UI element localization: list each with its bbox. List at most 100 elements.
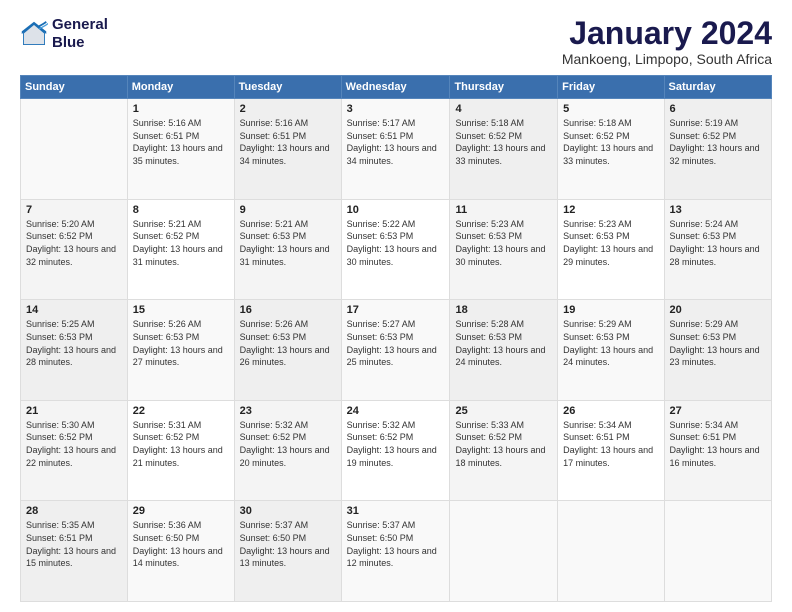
day-number: 21	[26, 405, 122, 417]
day-number: 2	[240, 103, 336, 115]
day-info: Sunrise: 5:32 AMSunset: 6:52 PMDaylight:…	[347, 419, 445, 469]
calendar-cell: 28 Sunrise: 5:35 AMSunset: 6:51 PMDayligh…	[21, 501, 128, 602]
calendar-cell: 14 Sunrise: 5:25 AMSunset: 6:53 PMDayligh…	[21, 300, 128, 401]
day-number: 17	[347, 304, 445, 316]
day-number: 3	[347, 103, 445, 115]
day-number: 31	[347, 505, 445, 517]
calendar-week-row: 1 Sunrise: 5:16 AMSunset: 6:51 PMDaylight…	[21, 99, 772, 200]
calendar-cell: 29 Sunrise: 5:36 AMSunset: 6:50 PMDayligh…	[127, 501, 234, 602]
calendar-cell: 1Sunrise: 5:16 AMSunset: 6:51 PMDaylight…	[127, 99, 234, 200]
calendar-cell: 25Sunrise: 5:33 AMSunset: 6:52 PMDayligh…	[450, 400, 558, 501]
calendar-cell: 31 Sunrise: 5:37 AMSunset: 6:50 PMDayligh…	[341, 501, 450, 602]
calendar-cell	[558, 501, 664, 602]
calendar-cell: 9Sunrise: 5:21 AMSunset: 6:53 PMDaylight…	[234, 199, 341, 300]
day-number: 8	[133, 204, 229, 216]
day-header-sunday: Sunday	[21, 76, 128, 99]
calendar-cell: 27 Sunrise: 5:34 AMSunset: 6:51 PMDayligh…	[664, 400, 771, 501]
day-info: Sunrise: 5:24 AMSunset: 6:53 PMDaylight:…	[670, 218, 766, 268]
day-number: 4	[455, 103, 552, 115]
day-header-friday: Friday	[558, 76, 664, 99]
logo-line1: General	[52, 16, 108, 34]
day-number: 20	[670, 304, 766, 316]
day-info: Sunrise: 5:34 AMSunset: 6:51 PMDaylight:…	[670, 419, 766, 469]
calendar-cell: 21Sunrise: 5:30 AMSunset: 6:52 PMDayligh…	[21, 400, 128, 501]
day-number: 27	[670, 405, 766, 417]
calendar-cell: 10Sunrise: 5:22 AMSunset: 6:53 PMDayligh…	[341, 199, 450, 300]
calendar-cell: 30Sunrise: 5:37 AMSunset: 6:50 PMDayligh…	[234, 501, 341, 602]
day-number: 13	[670, 204, 766, 216]
day-info: Sunrise: 5:17 AMSunset: 6:51 PMDaylight:…	[347, 117, 445, 167]
day-number: 28	[26, 505, 122, 517]
day-info: Sunrise: 5:37 AMSunset: 6:50 PMDaylight:…	[240, 519, 336, 569]
calendar-cell: 23Sunrise: 5:32 AMSunset: 6:52 PMDayligh…	[234, 400, 341, 501]
day-number: 23	[240, 405, 336, 417]
calendar-cell: 15 Sunrise: 5:26 AMSunset: 6:53 PMDayligh…	[127, 300, 234, 401]
day-number: 22	[133, 405, 229, 417]
day-number: 9	[240, 204, 336, 216]
day-info: Sunrise: 5:20 AMSunset: 6:52 PMDaylight:…	[26, 218, 122, 268]
day-info: Sunrise: 5:37 AMSunset: 6:50 PMDaylight:…	[347, 519, 445, 569]
calendar-cell: 2 Sunrise: 5:16 AMSunset: 6:51 PMDaylight…	[234, 99, 341, 200]
day-info: Sunrise: 5:28 AMSunset: 6:53 PMDaylight:…	[455, 318, 552, 368]
day-info: Sunrise: 5:35 AMSunset: 6:51 PMDaylight:…	[26, 519, 122, 569]
calendar-table: SundayMondayTuesdayWednesdayThursdayFrid…	[20, 75, 772, 602]
calendar-header-row: SundayMondayTuesdayWednesdayThursdayFrid…	[21, 76, 772, 99]
day-number: 15	[133, 304, 229, 316]
day-info: Sunrise: 5:26 AMSunset: 6:53 PMDaylight:…	[133, 318, 229, 368]
calendar-week-row: 21Sunrise: 5:30 AMSunset: 6:52 PMDayligh…	[21, 400, 772, 501]
day-number: 26	[563, 405, 658, 417]
day-info: Sunrise: 5:25 AMSunset: 6:53 PMDaylight:…	[26, 318, 122, 368]
day-header-monday: Monday	[127, 76, 234, 99]
day-info: Sunrise: 5:22 AMSunset: 6:53 PMDaylight:…	[347, 218, 445, 268]
day-info: Sunrise: 5:21 AMSunset: 6:52 PMDaylight:…	[133, 218, 229, 268]
day-number: 16	[240, 304, 336, 316]
day-info: Sunrise: 5:26 AMSunset: 6:53 PMDaylight:…	[240, 318, 336, 368]
day-info: Sunrise: 5:29 AMSunset: 6:53 PMDaylight:…	[563, 318, 658, 368]
logo-line2: Blue	[52, 34, 108, 52]
calendar-cell: 20 Sunrise: 5:29 AMSunset: 6:53 PMDayligh…	[664, 300, 771, 401]
calendar-cell: 16 Sunrise: 5:26 AMSunset: 6:53 PMDayligh…	[234, 300, 341, 401]
day-number: 24	[347, 405, 445, 417]
calendar-cell: 4 Sunrise: 5:18 AMSunset: 6:52 PMDaylight…	[450, 99, 558, 200]
calendar-cell	[450, 501, 558, 602]
calendar-week-row: 7 Sunrise: 5:20 AMSunset: 6:52 PMDaylight…	[21, 199, 772, 300]
title-block: January 2024 Mankoeng, Limpopo, South Af…	[562, 16, 772, 67]
day-info: Sunrise: 5:18 AMSunset: 6:52 PMDaylight:…	[455, 117, 552, 167]
calendar-cell: 22Sunrise: 5:31 AMSunset: 6:52 PMDayligh…	[127, 400, 234, 501]
calendar-cell: 18 Sunrise: 5:28 AMSunset: 6:53 PMDayligh…	[450, 300, 558, 401]
day-info: Sunrise: 5:29 AMSunset: 6:53 PMDaylight:…	[670, 318, 766, 368]
calendar-cell: 8 Sunrise: 5:21 AMSunset: 6:52 PMDaylight…	[127, 199, 234, 300]
calendar-cell: 5Sunrise: 5:18 AMSunset: 6:52 PMDaylight…	[558, 99, 664, 200]
subtitle: Mankoeng, Limpopo, South Africa	[562, 51, 772, 67]
day-number: 29	[133, 505, 229, 517]
day-info: Sunrise: 5:23 AMSunset: 6:53 PMDaylight:…	[563, 218, 658, 268]
day-number: 18	[455, 304, 552, 316]
calendar-cell: 6Sunrise: 5:19 AMSunset: 6:52 PMDaylight…	[664, 99, 771, 200]
day-info: Sunrise: 5:36 AMSunset: 6:50 PMDaylight:…	[133, 519, 229, 569]
main-title: January 2024	[562, 16, 772, 51]
day-number: 6	[670, 103, 766, 115]
day-number: 11	[455, 204, 552, 216]
calendar-cell: 7 Sunrise: 5:20 AMSunset: 6:52 PMDaylight…	[21, 199, 128, 300]
day-info: Sunrise: 5:33 AMSunset: 6:52 PMDaylight:…	[455, 419, 552, 469]
day-info: Sunrise: 5:34 AMSunset: 6:51 PMDaylight:…	[563, 419, 658, 469]
header: General Blue January 2024 Mankoeng, Limp…	[20, 16, 772, 67]
day-info: Sunrise: 5:27 AMSunset: 6:53 PMDaylight:…	[347, 318, 445, 368]
day-number: 12	[563, 204, 658, 216]
calendar-cell: 26 Sunrise: 5:34 AMSunset: 6:51 PMDayligh…	[558, 400, 664, 501]
calendar-cell: 24 Sunrise: 5:32 AMSunset: 6:52 PMDayligh…	[341, 400, 450, 501]
calendar-cell: 19Sunrise: 5:29 AMSunset: 6:53 PMDayligh…	[558, 300, 664, 401]
calendar-cell: 13 Sunrise: 5:24 AMSunset: 6:53 PMDayligh…	[664, 199, 771, 300]
day-number: 14	[26, 304, 122, 316]
day-number: 7	[26, 204, 122, 216]
calendar-cell: 12 Sunrise: 5:23 AMSunset: 6:53 PMDayligh…	[558, 199, 664, 300]
page: General Blue January 2024 Mankoeng, Limp…	[0, 0, 792, 612]
day-header-thursday: Thursday	[450, 76, 558, 99]
day-info: Sunrise: 5:16 AMSunset: 6:51 PMDaylight:…	[240, 117, 336, 167]
day-number: 1	[133, 103, 229, 115]
logo-icon	[20, 20, 48, 48]
day-number: 5	[563, 103, 658, 115]
calendar-week-row: 14 Sunrise: 5:25 AMSunset: 6:53 PMDayligh…	[21, 300, 772, 401]
day-header-wednesday: Wednesday	[341, 76, 450, 99]
calendar-cell: 3 Sunrise: 5:17 AMSunset: 6:51 PMDaylight…	[341, 99, 450, 200]
